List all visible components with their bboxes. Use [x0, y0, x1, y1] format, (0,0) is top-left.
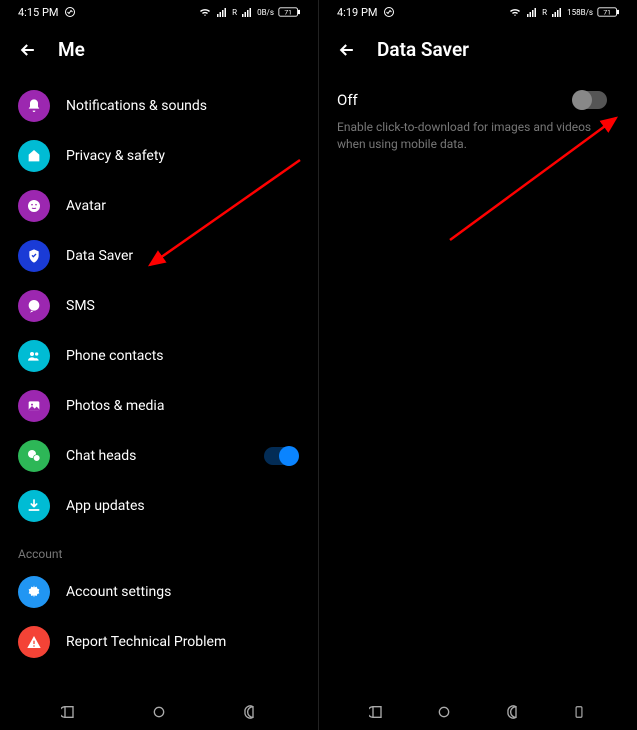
row-label: SMS: [66, 298, 310, 314]
wifi-icon: [508, 6, 522, 18]
row-label: Avatar: [66, 198, 310, 214]
data-saver-toggle[interactable]: [573, 91, 607, 109]
bell-icon: [18, 90, 50, 122]
page-header: Data Saver: [319, 24, 637, 73]
row-label: Phone contacts: [66, 348, 310, 364]
download-icon: [18, 490, 50, 522]
nav-recent[interactable]: [59, 702, 79, 722]
row-label: Data Saver: [66, 248, 310, 264]
page-header: Me: [0, 24, 318, 73]
signal-icon-2: [551, 6, 563, 18]
gear-icon: [18, 576, 50, 608]
chat-icon: [18, 290, 50, 322]
row-phone-contacts[interactable]: Phone contacts: [18, 331, 310, 381]
messenger-icon: [64, 6, 76, 18]
status-time: 4:19 PM: [337, 6, 377, 19]
nav-back[interactable]: [239, 702, 259, 722]
row-privacy[interactable]: Privacy & safety: [18, 131, 310, 181]
battery-icon: 71: [597, 6, 619, 18]
row-data-saver[interactable]: Data Saver: [18, 231, 310, 281]
row-notifications[interactable]: Notifications & sounds: [18, 81, 310, 131]
row-label: Account settings: [66, 584, 310, 600]
data-saver-description: Enable click-to-download for images and …: [337, 119, 619, 153]
nav-recent[interactable]: [367, 702, 387, 722]
row-photos-media[interactable]: Photos & media: [18, 381, 310, 431]
status-bar: 4:15 PM R 0B/s 71: [0, 0, 318, 24]
wifi-icon: [198, 6, 212, 18]
row-chat-heads[interactable]: Chat heads: [18, 431, 310, 481]
signal-icon-2: [241, 6, 253, 18]
nav-back[interactable]: [502, 702, 522, 722]
data-saver-panel: Off Enable click-to-download for images …: [319, 73, 637, 165]
row-app-updates[interactable]: App updates: [18, 481, 310, 531]
row-sms[interactable]: SMS: [18, 281, 310, 331]
data-speed: 0B/s: [257, 8, 274, 17]
row-avatar[interactable]: Avatar: [18, 181, 310, 231]
row-account-settings[interactable]: Account settings: [18, 567, 310, 617]
nav-bar: [0, 694, 318, 730]
row-label: Privacy & safety: [66, 148, 310, 164]
phone-screen-data-saver: 4:19 PM R 158B/s 71 Data Saver Off Enabl…: [319, 0, 637, 730]
shield-icon: [18, 240, 50, 272]
row-label: App updates: [66, 498, 310, 514]
signal-icon: [216, 6, 228, 18]
status-bar: 4:19 PM R 158B/s 71: [319, 0, 637, 24]
svg-text:71: 71: [284, 9, 292, 17]
section-account: Account: [18, 531, 310, 567]
warn-icon: [18, 626, 50, 658]
row-label: Photos & media: [66, 398, 310, 414]
photo-icon: [18, 390, 50, 422]
nav-home[interactable]: [434, 702, 454, 722]
back-button[interactable]: [18, 40, 38, 60]
data-speed: 158B/s: [567, 8, 593, 17]
back-button[interactable]: [337, 40, 357, 60]
page-title: Data Saver: [377, 38, 469, 61]
signal-icon: [526, 6, 538, 18]
nav-bar: [319, 694, 637, 730]
messenger-icon: [383, 6, 395, 18]
people-icon: [18, 340, 50, 372]
row-label: Report Technical Problem: [66, 634, 310, 650]
battery-icon: 71: [278, 6, 300, 18]
chat-heads-toggle[interactable]: [264, 447, 298, 465]
data-saver-state: Off: [337, 91, 358, 109]
network-label: R: [542, 8, 547, 17]
phone-screen-settings: 4:15 PM R 0B/s 71 Me Notifications & sou…: [0, 0, 319, 730]
face-icon: [18, 190, 50, 222]
nav-home[interactable]: [149, 702, 169, 722]
nav-extra[interactable]: [569, 702, 589, 722]
bubble-icon: [18, 440, 50, 472]
status-time: 4:15 PM: [18, 6, 58, 19]
network-label: R: [232, 8, 237, 17]
house-lock-icon: [18, 140, 50, 172]
row-label: Chat heads: [66, 448, 248, 464]
row-label: Notifications & sounds: [66, 98, 310, 114]
svg-text:71: 71: [603, 9, 611, 17]
row-report-problem[interactable]: Report Technical Problem: [18, 617, 310, 667]
settings-list: Notifications & sounds Privacy & safety …: [0, 73, 318, 667]
page-title: Me: [58, 38, 85, 61]
